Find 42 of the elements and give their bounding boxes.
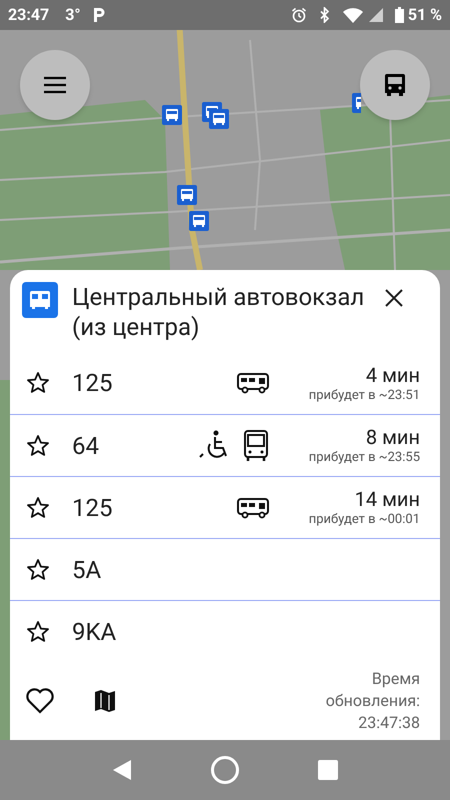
route-number[interactable]: 9KA xyxy=(72,614,116,650)
alarm-icon xyxy=(290,7,307,23)
star-icon[interactable] xyxy=(26,371,50,395)
star-icon[interactable] xyxy=(26,620,50,644)
arrival-time: прибудет в ~23:51 xyxy=(308,386,420,404)
bus-stop-marker[interactable] xyxy=(177,185,197,205)
home-button[interactable] xyxy=(210,755,240,785)
bus-side-icon xyxy=(237,372,269,394)
route-number[interactable]: 125 xyxy=(72,365,112,401)
status-time: 23:47 xyxy=(8,4,50,26)
wifi-icon xyxy=(342,7,365,23)
battery-level: 51 % xyxy=(408,4,442,26)
parking-icon xyxy=(92,7,105,23)
route-number[interactable]: 125 xyxy=(72,490,112,526)
menu-icon xyxy=(43,76,67,94)
arrival-eta: 4 мин xyxy=(366,362,420,386)
route-number[interactable]: 5A xyxy=(72,552,102,588)
bus-front-icon xyxy=(243,430,269,462)
arrival-eta: 14 мин xyxy=(354,487,420,511)
stop-title: Центральный автовокзал (из центра) xyxy=(72,282,366,342)
back-button[interactable] xyxy=(112,759,132,781)
arrival-eta: 8 мин xyxy=(366,425,420,449)
star-icon[interactable] xyxy=(26,558,50,582)
arrival-time: прибудет в ~00:01 xyxy=(308,511,420,528)
signal-icon xyxy=(368,8,383,22)
bus-stop-marker[interactable] xyxy=(352,93,361,113)
bus-stop-icon xyxy=(22,282,58,318)
bluetooth-icon xyxy=(318,7,331,23)
arrival-time: прибудет в ~23:55 xyxy=(308,449,420,466)
bus-stop-marker[interactable] xyxy=(209,109,229,129)
bus-side-icon xyxy=(237,496,269,518)
star-icon[interactable] xyxy=(26,434,50,458)
route-number[interactable]: 64 xyxy=(72,428,99,464)
temperature: 3° xyxy=(65,4,81,26)
bus-stop-marker[interactable] xyxy=(162,105,182,125)
star-icon[interactable] xyxy=(26,496,50,520)
map-icon[interactable] xyxy=(94,689,116,713)
update-time: Время обновления: 23:47:38 xyxy=(324,668,420,734)
bus-stop-marker[interactable] xyxy=(189,211,209,231)
bus-icon xyxy=(384,73,406,97)
heart-icon[interactable] xyxy=(26,688,54,714)
close-icon xyxy=(385,289,403,307)
